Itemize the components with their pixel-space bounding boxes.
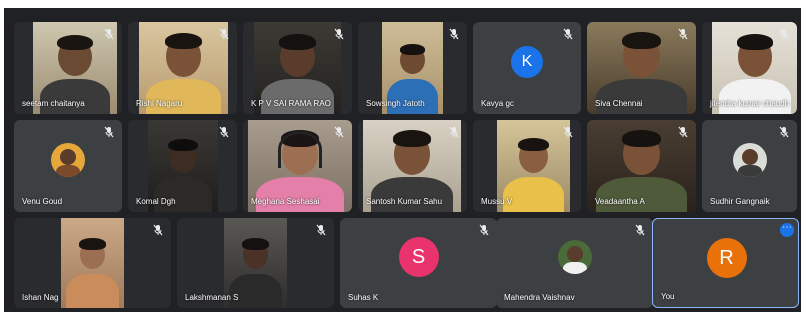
avatar: [732, 143, 767, 177]
person-hair: [79, 238, 106, 250]
mic-off-icon[interactable]: [779, 126, 789, 138]
more-options-icon[interactable]: ⋯: [780, 223, 794, 237]
person-hair: [392, 130, 432, 147]
participant-name: Meghana Seshasai: [251, 197, 320, 206]
avatar: R: [706, 238, 747, 278]
participant-tile[interactable]: Mussu V: [473, 120, 581, 212]
participant-name: Suhas K: [348, 293, 379, 302]
mic-off-icon[interactable]: [563, 126, 573, 138]
mic-off-icon[interactable]: [219, 28, 229, 40]
person-hair: [736, 34, 774, 50]
participant-name: You: [661, 292, 675, 301]
participant-name: Veadaantha A: [595, 197, 645, 206]
avatar-photo-body: [737, 165, 762, 177]
participant-name: Mahendra Vaishnav: [504, 293, 575, 302]
mic-off-icon[interactable]: [779, 28, 789, 40]
mic-off-icon[interactable]: [479, 224, 489, 236]
video-feed: [61, 218, 124, 308]
avatar: K: [511, 46, 543, 78]
headset: [277, 131, 323, 168]
participant-tile[interactable]: K Kavya gc: [473, 22, 581, 114]
mic-off-icon[interactable]: [449, 126, 459, 138]
participant-name: Venu Goud: [22, 197, 63, 206]
avatar: [51, 143, 85, 177]
avatar-photo-body: [56, 165, 80, 177]
participant-name: Lakshmanan S: [185, 293, 239, 302]
participant-tile[interactable]: Sudhir Gangnaik: [702, 120, 797, 212]
avatar: S: [398, 237, 439, 277]
participant-tile[interactable]: Rishi Nagaru: [128, 22, 237, 114]
person-hair: [279, 34, 316, 50]
mic-off-icon[interactable]: [563, 28, 573, 40]
person-hair: [168, 138, 198, 152]
mic-off-icon[interactable]: [316, 224, 326, 236]
person-hair: [399, 44, 426, 56]
participant-tile[interactable]: jitendra kumar chaudh: [702, 22, 797, 114]
participant-tile[interactable]: Meghana Seshasai: [243, 120, 352, 212]
participant-name: Sowsingh Jatoth: [366, 99, 425, 108]
participant-tile[interactable]: S Suhas K: [340, 218, 497, 308]
mic-off-icon[interactable]: [334, 28, 344, 40]
person-hair: [622, 130, 661, 147]
participant-tile[interactable]: R ⋯ You: [652, 218, 799, 308]
person-hair: [242, 238, 269, 250]
mic-off-icon[interactable]: [104, 126, 114, 138]
participant-name: Kavya gc: [481, 99, 514, 108]
avatar-photo-person: [60, 149, 76, 165]
participant-name: Mussu V: [481, 197, 513, 206]
person-body: [66, 273, 119, 308]
participant-tile[interactable]: Lakshmanan S: [177, 218, 334, 308]
participant-name: Sudhir Gangnaik: [710, 197, 770, 206]
participant-tile[interactable]: seetam chaitanya: [14, 22, 122, 114]
mic-off-icon[interactable]: [449, 28, 459, 40]
participant-tile[interactable]: K P V SAI RAMA RAO: [243, 22, 352, 114]
participant-name: Komal Dgh: [136, 197, 176, 206]
mic-off-icon[interactable]: [678, 28, 688, 40]
participant-name: Santosh Kumar Sahu: [366, 197, 443, 206]
participant-name: seetam chaitanya: [22, 99, 85, 108]
meeting-grid: seetam chaitanya Rishi Nagaru K P V SAI RA…: [4, 8, 801, 312]
participant-tile[interactable]: Sowsingh Jatoth: [358, 22, 467, 114]
person-hair: [164, 33, 203, 50]
participant-tile[interactable]: Komal Dgh: [128, 120, 237, 212]
participant-name: Ishan Nag: [22, 293, 59, 302]
participant-name: jitendra kumar chaudh: [710, 99, 790, 108]
avatar-photo-person: [741, 149, 758, 165]
participant-tile[interactable]: Mahendra Vaishnav: [496, 218, 653, 308]
person-hair: [622, 32, 661, 49]
participant-tile[interactable]: Santosh Kumar Sahu: [358, 120, 467, 212]
participant-tile[interactable]: Venu Goud: [14, 120, 122, 212]
participant-tile[interactable]: Ishan Nag: [14, 218, 171, 308]
person-hair: [518, 137, 549, 151]
participant-name: Siva Chennai: [595, 99, 643, 108]
avatar-photo-body: [562, 262, 587, 274]
mic-off-icon[interactable]: [678, 126, 688, 138]
participant-tile[interactable]: Veadaantha A: [587, 120, 696, 212]
mic-off-icon[interactable]: [219, 126, 229, 138]
avatar: [557, 240, 592, 274]
participant-tile[interactable]: Siva Chennai: [587, 22, 696, 114]
mic-off-icon[interactable]: [635, 224, 645, 236]
mic-off-icon[interactable]: [153, 224, 163, 236]
person-hair: [57, 35, 93, 51]
mic-off-icon[interactable]: [104, 28, 114, 40]
avatar-photo-person: [566, 246, 583, 262]
participant-name: K P V SAI RAMA RAO: [251, 99, 331, 108]
mic-off-icon[interactable]: [334, 126, 344, 138]
participant-name: Rishi Nagaru: [136, 99, 183, 108]
